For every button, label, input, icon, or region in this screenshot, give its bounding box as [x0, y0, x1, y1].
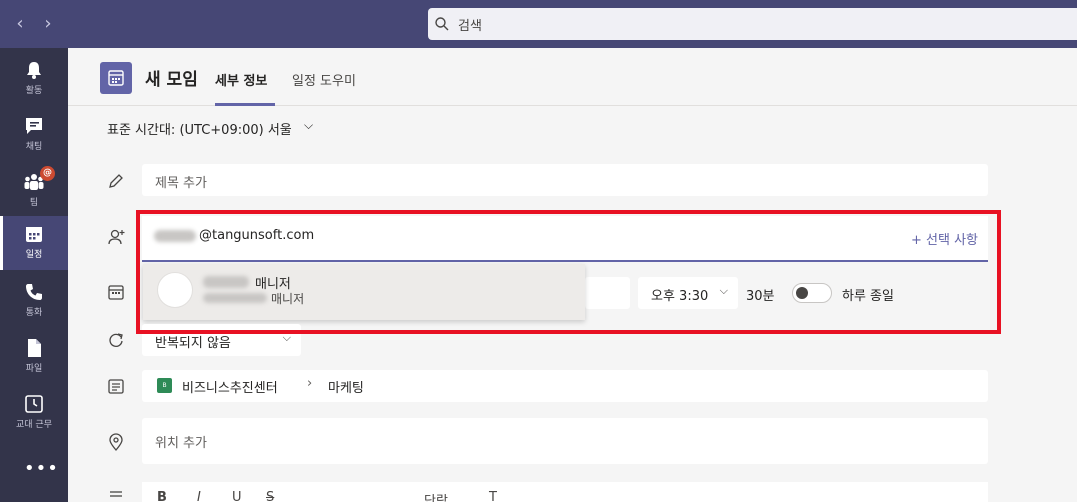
channel-name: 마케팅: [328, 381, 364, 396]
rail-label: 파일: [25, 364, 43, 374]
rail-activity[interactable]: 활동: [0, 52, 68, 106]
title-placeholder: 제목 추가: [155, 176, 207, 191]
calendar-icon: [26, 227, 42, 242]
italic-button[interactable]: I: [197, 490, 201, 502]
pencil-icon: [109, 174, 123, 188]
meeting-calendar-icon: [100, 62, 132, 94]
text-format-button[interactable]: T: [489, 490, 497, 502]
rail-calls[interactable]: 통화: [0, 274, 68, 328]
repeat-icon: [109, 333, 123, 347]
rail-label: 활동: [25, 86, 43, 96]
clock-icon: [25, 395, 43, 413]
rail-label: 채팅: [25, 142, 43, 152]
repeat-value: 반복되지 않음: [155, 336, 231, 351]
rail-teams[interactable]: @ 팀: [0, 164, 68, 218]
rail-files[interactable]: 파일: [0, 330, 68, 384]
channel-icon: [108, 379, 124, 394]
active-tab-indicator: [215, 103, 275, 106]
team-icon: B: [157, 378, 172, 393]
editor-toolbar: B I U S 단락 T: [142, 482, 988, 502]
calendar-icon: [108, 285, 124, 300]
search-placeholder: 검색: [458, 19, 482, 34]
location-placeholder: 위치 추가: [155, 436, 207, 451]
top-bar: ‹ › 검색: [0, 0, 1077, 48]
tab-details[interactable]: 세부 정보: [215, 70, 267, 89]
paragraph-style-button[interactable]: 단락: [424, 490, 448, 502]
rail-calendar[interactable]: 일정: [0, 216, 68, 270]
highlight-box: [136, 210, 1001, 334]
page-title: 새 모임: [145, 70, 198, 90]
rail-shifts[interactable]: 교대 근무: [0, 386, 68, 440]
tab-scheduling-assistant[interactable]: 일정 도우미: [292, 70, 356, 89]
team-name: 비즈니스추진센터: [182, 381, 278, 396]
details-icon: [110, 491, 122, 497]
bold-button[interactable]: B: [157, 490, 167, 502]
back-icon[interactable]: ‹: [8, 12, 32, 36]
file-icon: [28, 339, 41, 357]
add-person-icon: [108, 229, 125, 245]
underline-button[interactable]: U: [232, 490, 242, 502]
mention-badge: @: [40, 166, 55, 181]
strikethrough-button[interactable]: S: [266, 490, 274, 502]
app-rail: 활동 채팅 @ 팀 일정 통화 파일 교대 근무 •••: [0, 48, 68, 502]
chevron-down-icon[interactable]: ⌵: [304, 118, 313, 133]
search-box[interactable]: 검색: [428, 8, 1077, 40]
phone-icon: [26, 284, 42, 300]
chevron-right-icon: ›: [307, 376, 313, 391]
location-icon: [109, 433, 123, 451]
rail-label: 팀: [29, 198, 39, 208]
forward-icon[interactable]: ›: [36, 12, 60, 36]
meeting-header: 새 모임 세부 정보 일정 도우미: [68, 48, 1077, 106]
search-icon: [435, 17, 449, 31]
timezone-selector[interactable]: 표준 시간대: (UTC+09:00) 서울: [107, 119, 292, 138]
location-input[interactable]: 위치 추가: [142, 418, 988, 464]
more-apps-icon[interactable]: •••: [24, 458, 59, 479]
rail-label: 통화: [25, 308, 43, 318]
title-input[interactable]: 제목 추가: [142, 164, 988, 196]
chat-icon: [26, 118, 42, 134]
channel-select[interactable]: B 비즈니스추진센터 › 마케팅: [142, 370, 988, 402]
bell-icon: [27, 62, 41, 79]
rail-label: 교대 근무: [16, 420, 52, 430]
rail-label: 일정: [25, 250, 43, 260]
rail-chat[interactable]: 채팅: [0, 108, 68, 162]
